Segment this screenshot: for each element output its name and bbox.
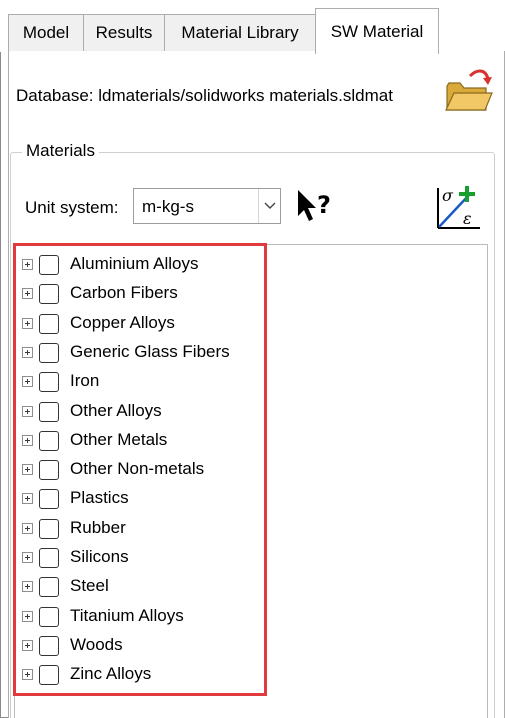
tab-label: Results	[95, 23, 153, 42]
chevron-down-icon	[258, 189, 280, 223]
unit-system-select[interactable]: m-kg-s	[133, 188, 281, 224]
context-help-button[interactable]: ?	[295, 187, 337, 225]
tab-material-library[interactable]: Material Library	[164, 14, 316, 52]
stress-strain-button[interactable]: σ ε	[433, 182, 483, 232]
materials-group-title: Materials	[22, 141, 99, 161]
folder-open-icon	[445, 69, 493, 111]
unit-system-label: Unit system:	[25, 198, 119, 217]
context-help-cursor-icon: ?	[298, 190, 331, 221]
tab-sw-material[interactable]: SW Material	[315, 8, 439, 54]
svg-text:?: ?	[317, 191, 331, 219]
svg-text:σ: σ	[442, 186, 454, 205]
tab-label: SW Material	[330, 21, 424, 41]
unit-system-value: m-kg-s	[142, 197, 194, 216]
tab-model[interactable]: Model	[8, 14, 84, 52]
tab-results[interactable]: Results	[83, 14, 165, 52]
tab-label: Model	[22, 23, 70, 42]
stress-strain-icon: σ ε	[437, 186, 480, 229]
tab-bar: Model Results Material Library SW Materi…	[0, 0, 505, 54]
svg-text:ε: ε	[463, 209, 472, 228]
database-label: Database: ldmaterials/solidworks materia…	[16, 86, 393, 105]
tab-label: Material Library	[181, 23, 299, 42]
open-database-button[interactable]	[442, 66, 494, 116]
highlight-annotation	[13, 243, 267, 696]
